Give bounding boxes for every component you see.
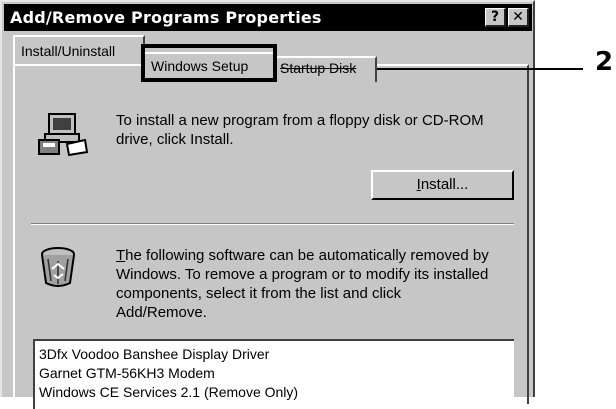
callout-number: 2 [595, 47, 614, 77]
remove-instructions-line2: Windows. To remove a program or to modif… [116, 266, 489, 283]
installed-software-list[interactable]: 3Dfx Voodoo Banshee Display Driver Garne… [33, 339, 514, 409]
section-divider [31, 223, 514, 225]
list-item[interactable]: 3Dfx Voodoo Banshee Display Driver [39, 345, 514, 364]
recycle-bin-icon [41, 247, 75, 287]
remove-line1-text: he following software can be automatical… [125, 247, 489, 264]
windows-setup-highlight [141, 44, 277, 82]
help-button[interactable]: ? [485, 8, 506, 27]
close-button[interactable]: ✕ [508, 8, 529, 27]
window-title: Add/Remove Programs Properties [10, 8, 322, 27]
install-instructions-line1: To install a new program from a floppy d… [116, 112, 484, 129]
tab-startup-disk-label: Startup Disk [280, 60, 357, 76]
remove-instructions-line1: The following software can be automatica… [116, 246, 489, 265]
tab-install-uninstall[interactable]: Install/Uninstall [13, 35, 145, 64]
remove-instructions-line3: components, select it from the list and … [116, 285, 402, 302]
title-bar[interactable]: Add/Remove Programs Properties ? ✕ [4, 4, 532, 31]
install-instructions-line2: drive, click Install. [116, 131, 234, 148]
remove-instructions-line4: Add/Remove. [116, 304, 207, 321]
computer-install-icon [38, 113, 89, 156]
install-button[interactable]: Install... [371, 170, 514, 200]
list-item[interactable]: Windows CE Services 2.1 (Remove Only) [39, 383, 514, 402]
list-item[interactable]: Garnet GTM-56KH3 Modem [39, 364, 514, 383]
tab-startup-disk[interactable]: Startup Disk [274, 56, 377, 82]
tab-install-uninstall-label: Install/Uninstall [21, 43, 116, 59]
remove-mnemonic: T [116, 247, 126, 264]
install-button-label: nstall... [420, 176, 469, 193]
